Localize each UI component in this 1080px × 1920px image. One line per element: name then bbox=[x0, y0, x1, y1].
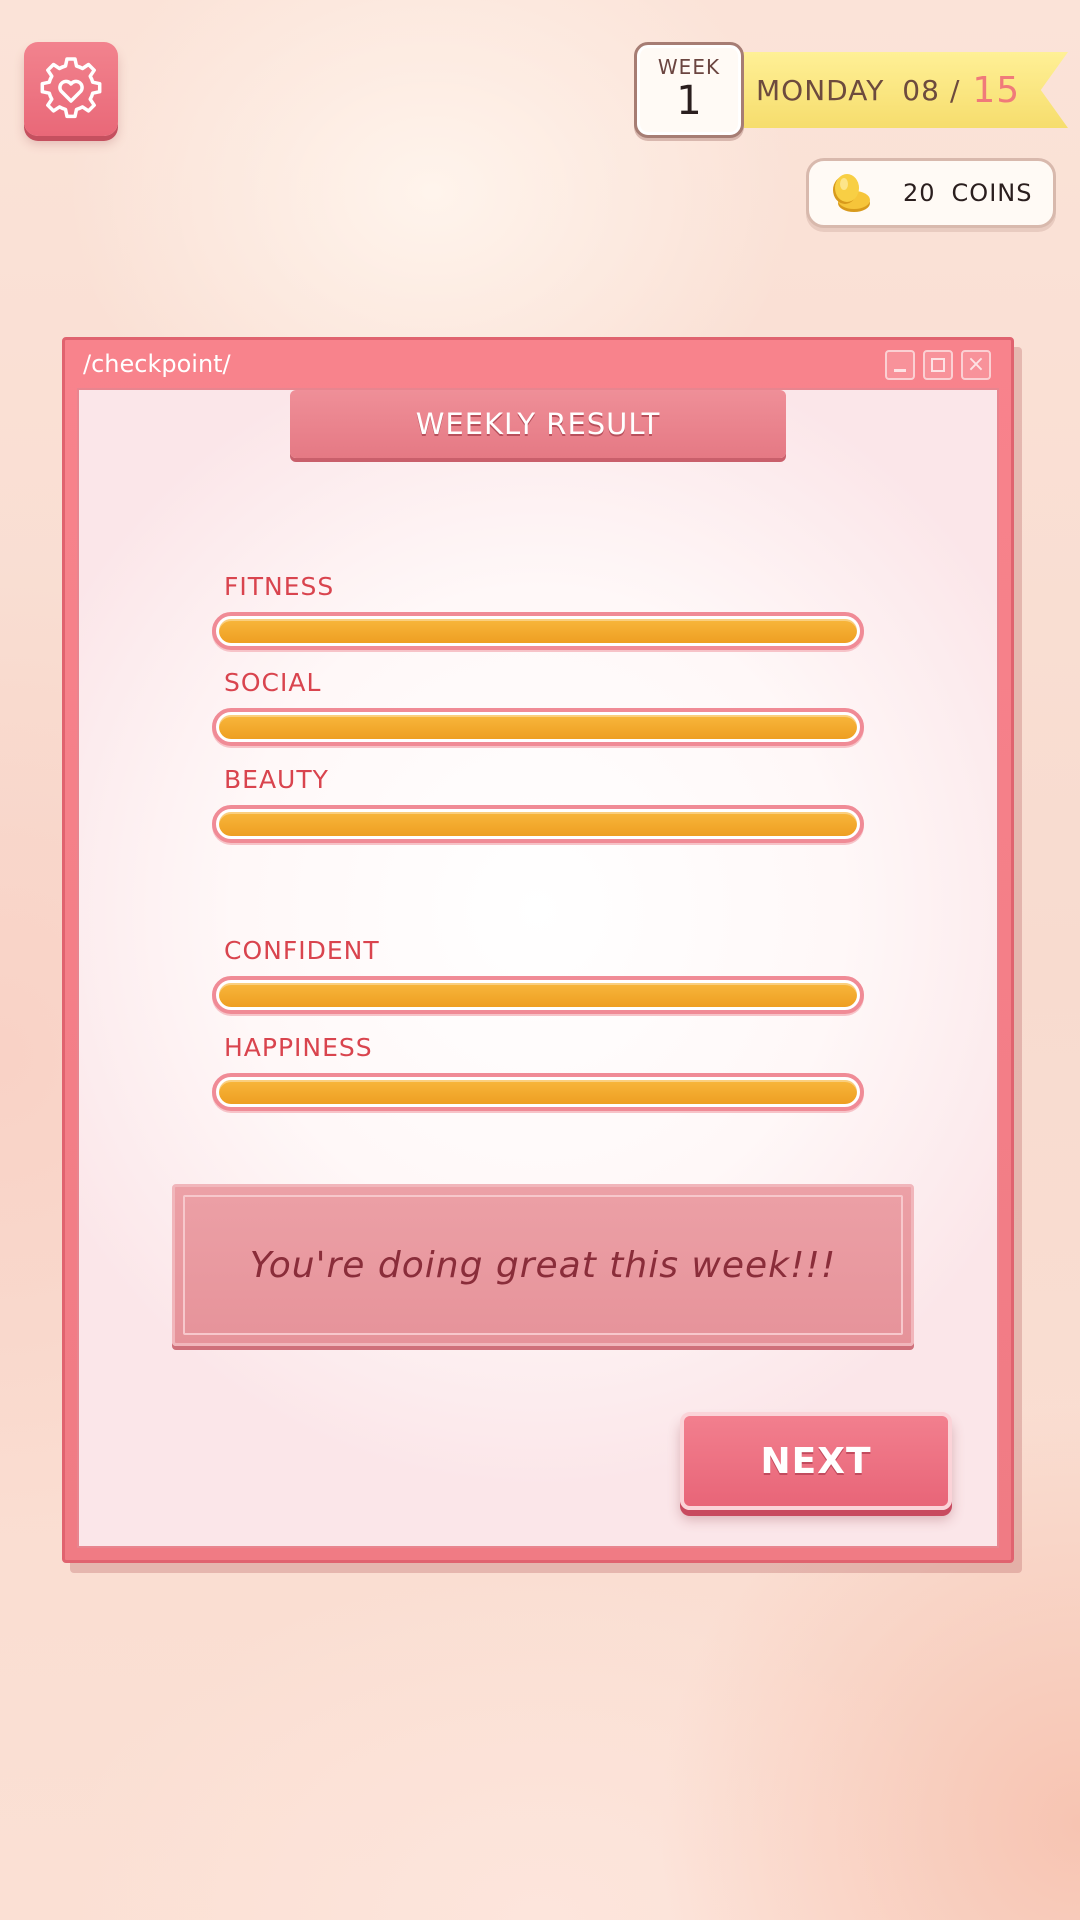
date-ribbon: MONDAY 08 / 15 bbox=[728, 52, 1068, 128]
weekly-result-heading: WEEKLY RESULT bbox=[290, 390, 786, 458]
settings-button[interactable] bbox=[24, 42, 118, 136]
stat-bar-social bbox=[212, 708, 864, 746]
day-total: 15 bbox=[972, 69, 1021, 111]
stat-label-confident: CONFIDENT bbox=[224, 936, 380, 965]
stat-label-fitness: FITNESS bbox=[224, 572, 335, 601]
coins-amount: 20 bbox=[903, 179, 936, 207]
minimize-icon[interactable] bbox=[885, 350, 915, 380]
stat-bar-beauty bbox=[212, 805, 864, 843]
stat-label-happiness: HAPPINESS bbox=[224, 1033, 373, 1062]
stat-bar-happiness bbox=[212, 1073, 864, 1111]
day-name: MONDAY bbox=[756, 73, 885, 107]
next-button[interactable]: NEXT bbox=[680, 1412, 952, 1510]
stat-label-social: SOCIAL bbox=[224, 668, 322, 697]
stat-bar-confident bbox=[212, 976, 864, 1014]
window-controls: × bbox=[885, 350, 991, 380]
maximize-icon[interactable] bbox=[923, 350, 953, 380]
day-current: 08 bbox=[902, 73, 940, 107]
stat-fill bbox=[219, 619, 857, 643]
window-body bbox=[77, 388, 999, 1548]
week-badge: WEEK 1 bbox=[634, 42, 744, 138]
stat-label-beauty: BEAUTY bbox=[224, 765, 329, 794]
stat-fill bbox=[219, 1080, 857, 1104]
message-text: You're doing great this week!!! bbox=[249, 1244, 837, 1286]
week-number: 1 bbox=[676, 78, 702, 124]
message-box: You're doing great this week!!! bbox=[172, 1184, 914, 1346]
day-separator: / bbox=[949, 73, 961, 107]
close-icon[interactable]: × bbox=[961, 350, 991, 380]
checkpoint-window: /checkpoint/ × bbox=[62, 337, 1014, 1563]
window-title: /checkpoint/ bbox=[83, 350, 231, 378]
stat-fill bbox=[219, 715, 857, 739]
coin-icon bbox=[833, 174, 870, 212]
week-label: WEEK bbox=[657, 55, 721, 79]
coins-counter: 20 COINS bbox=[806, 158, 1056, 228]
stat-fill bbox=[219, 983, 857, 1007]
coins-label: COINS bbox=[951, 179, 1033, 207]
stat-bar-fitness bbox=[212, 612, 864, 650]
stat-fill bbox=[219, 812, 857, 836]
gear-heart-icon bbox=[40, 57, 102, 119]
